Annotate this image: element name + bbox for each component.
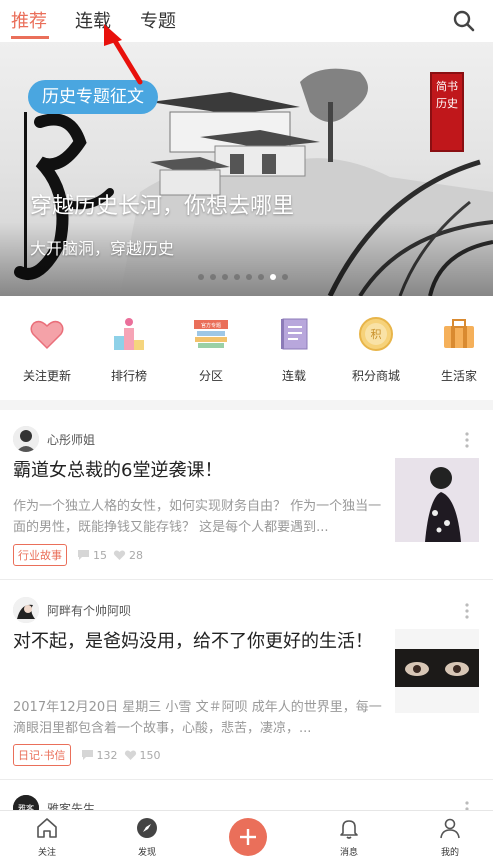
category-sections[interactable]: 官方专题 分区 [176,314,246,384]
svg-text:官方专题: 官方专题 [201,322,221,329]
more-options-icon[interactable] [465,603,469,619]
carousel-dot[interactable] [210,274,216,280]
category-badge[interactable]: 日记·书信 [13,744,71,766]
heart-icon [113,550,126,560]
category-ranking[interactable]: 排行榜 [94,314,164,384]
card-author[interactable]: 心彤师姐 [13,426,95,452]
hero-banner[interactable]: 简书历史 历史专题征文 穿越历史长河，你想去哪里 大开脑洞，穿越历史 [0,42,493,296]
more-options-icon[interactable] [465,432,469,448]
feed-card[interactable]: 阿畔有个帅阿呗 对不起，是爸妈没用，给不了你更好的生活！ 2017年12月20日… [0,581,493,780]
suitcase-icon [439,314,479,354]
search-icon[interactable] [451,8,477,34]
tab-topics[interactable]: 专题 [140,7,176,33]
avatar[interactable] [13,426,39,452]
nav-messages[interactable]: 消息 [319,816,379,858]
carousel-dot[interactable] [234,274,240,280]
tab-recommend[interactable]: 推荐 [11,7,47,33]
comment-icon [81,750,93,760]
article-title[interactable]: 霸道女总裁的6堂逆袭课！ [13,456,383,486]
heart-icon [124,750,136,760]
home-icon [37,818,57,838]
carousel-dot[interactable] [198,274,204,280]
books-icon: 官方专题 [191,314,231,354]
banner-subtitle: 大开脑洞，穿越历史 [30,239,175,258]
category-follow-updates[interactable]: 关注更新 [12,314,82,384]
article-meta: 行业故事 15 28 [13,544,149,566]
compass-icon [137,818,157,838]
article-excerpt: 2017年12月20日 星期三 小雪 文＃阿呗 成年人的世界里，每一滴眼泪里都包… [13,700,382,736]
carousel-dot[interactable] [258,274,264,280]
comment-icon [78,550,89,560]
category-serial[interactable]: 连载 [259,314,329,384]
carousel-indicator [198,274,288,280]
card-author[interactable]: 阿畔有个帅阿呗 [13,597,131,623]
carousel-dot[interactable] [282,274,288,280]
like-count: 150 [124,749,161,762]
article-meta: 日记·书信 132 150 [13,744,167,766]
carousel-dot-active[interactable] [270,274,276,280]
red-seal-stamp: 简书历史 [430,72,464,152]
coin-icon: 积 [356,314,396,354]
carousel-dot[interactable] [222,274,228,280]
category-badge[interactable]: 行业故事 [13,544,67,566]
top-navigation: 推荐 连载 专题 [0,0,493,42]
tab-serial[interactable]: 连载 [75,7,111,33]
banner-title: 穿越历史长河，你想去哪里 [30,194,295,219]
avatar[interactable] [13,597,39,623]
nav-profile[interactable]: 我的 [420,816,480,858]
article-title[interactable]: 对不起，是爸妈没用，给不了你更好的生活！ [13,627,375,657]
person-icon [440,818,460,839]
bell-icon [340,820,358,839]
bottom-navigation: 关注 发现 消息 我的 [0,810,493,860]
category-life[interactable]: 生活家 [424,314,493,384]
comment-count: 132 [81,749,118,762]
comment-count: 15 [77,549,107,562]
category-row: 关注更新 排行榜 官方专题 分区 连载 积 积分商城 生活家 [0,296,493,400]
article-thumbnail[interactable] [395,629,479,713]
podium-icon [109,314,149,354]
banner-tag: 历史专题征文 [28,80,158,114]
category-points-mall[interactable]: 积 积分商城 [341,314,411,384]
plus-icon [240,829,256,845]
section-divider [0,400,493,410]
nav-follow[interactable]: 关注 [17,816,77,858]
svg-text:积: 积 [371,328,382,341]
like-count: 28 [113,549,143,562]
carousel-dot[interactable] [246,274,252,280]
article-thumbnail[interactable] [395,458,479,542]
nav-discover[interactable]: 发现 [117,816,177,858]
article-excerpt: 作为一个独立人格的女性，如何实现财务自由？ 作为一个独当一面的男性，既能挣钱又能… [13,499,382,535]
active-tab-indicator [11,36,49,39]
feed-card[interactable]: 心彤师姐 霸道女总裁的6堂逆袭课！ 作为一个独立人格的女性，如何实现财务自由？ … [0,410,493,580]
notebook-icon [274,314,314,354]
heart-icon [27,314,67,354]
create-post-button[interactable] [229,818,267,856]
